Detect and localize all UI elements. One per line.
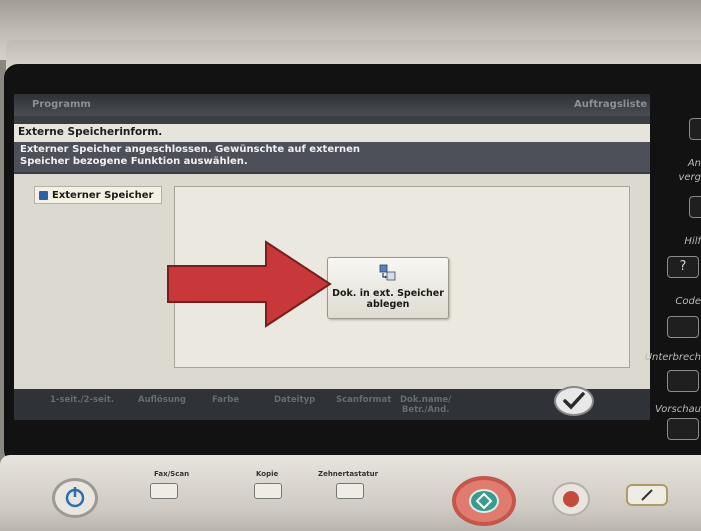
save-button-label: Dok. in ext. Speicher ablegen <box>328 288 448 310</box>
func-color[interactable]: Farbe <box>212 395 239 405</box>
code-button[interactable] <box>667 316 699 338</box>
red-arrow-annotation <box>167 240 332 328</box>
copy-label: Kopie <box>256 470 279 478</box>
func-resolution[interactable]: Auflösung <box>138 395 186 405</box>
reset-slash-icon <box>641 489 653 501</box>
preview-button[interactable] <box>667 418 699 440</box>
side-tab-externer-speicher[interactable]: Externer Speicher <box>34 186 162 204</box>
fax-scan-label: Fax/Scan <box>154 470 190 478</box>
screen-title-bar: Programm Auftragsliste <box>14 94 650 116</box>
help-button[interactable]: ? <box>667 256 699 278</box>
start-glyph-icon <box>475 492 493 510</box>
dialog-title: Externe Speicherinform. <box>14 124 650 142</box>
save-to-external-storage-button[interactable]: Dok. in ext. Speicher ablegen <box>327 257 449 319</box>
key-top-right[interactable] <box>689 118 701 140</box>
func-docname-line1: Dok.name/ <box>400 395 452 405</box>
power-icon <box>65 487 85 508</box>
save-button-label-line2: ablegen <box>366 299 410 310</box>
help-label: Hilf <box>684 236 701 247</box>
copy-button[interactable] <box>254 483 282 499</box>
keypad-button[interactable] <box>336 483 364 499</box>
reset-button[interactable] <box>626 484 668 506</box>
stop-button[interactable] <box>552 482 590 516</box>
key-an-label: An <box>687 158 701 169</box>
interrupt-button[interactable] <box>667 370 699 392</box>
func-sides[interactable]: 1-seit./2-seit. <box>50 395 114 405</box>
message-line-2: Speicher bezogene Funktion auswählen. <box>20 156 248 167</box>
right-hardware-keys: An verg Hilf ? Code Unterbrech Vorschau <box>645 94 701 444</box>
key-access-button[interactable] <box>689 196 701 218</box>
checkmark-icon <box>563 392 585 410</box>
tab-programm[interactable]: Programm <box>32 99 91 110</box>
instruction-message: Externer Speicher angeschlossen. Gewünsc… <box>14 142 650 172</box>
interrupt-label: Unterbrech <box>644 352 701 363</box>
func-docname-line2: Betr./And. <box>401 405 450 415</box>
save-button-label-line1: Dok. in ext. Speicher <box>332 288 444 299</box>
power-button[interactable] <box>52 478 98 518</box>
keypad-label: Zehnertastatur <box>318 470 379 478</box>
key-verg-label: verg <box>678 172 701 183</box>
preview-label: Vorschau <box>655 404 701 415</box>
message-line-1: Externer Speicher angeschlossen. Gewünsc… <box>20 144 361 155</box>
stop-icon <box>563 491 579 507</box>
ok-check-button[interactable] <box>554 386 594 416</box>
start-diamond-icon <box>469 489 499 513</box>
func-scan-size[interactable]: Scanformat <box>336 395 391 405</box>
fax-scan-button[interactable] <box>150 483 178 499</box>
func-docname[interactable]: Dok.name/ Betr./And. <box>400 395 451 415</box>
func-filetype[interactable]: Dateityp <box>274 395 315 405</box>
code-label: Code <box>675 296 701 307</box>
side-tab-label: Externer Speicher <box>52 189 154 201</box>
tab-auftragsliste[interactable]: Auftragsliste <box>574 99 647 110</box>
usb-storage-icon <box>39 190 48 200</box>
document-storage-icon <box>379 264 396 281</box>
start-button[interactable] <box>452 476 516 526</box>
